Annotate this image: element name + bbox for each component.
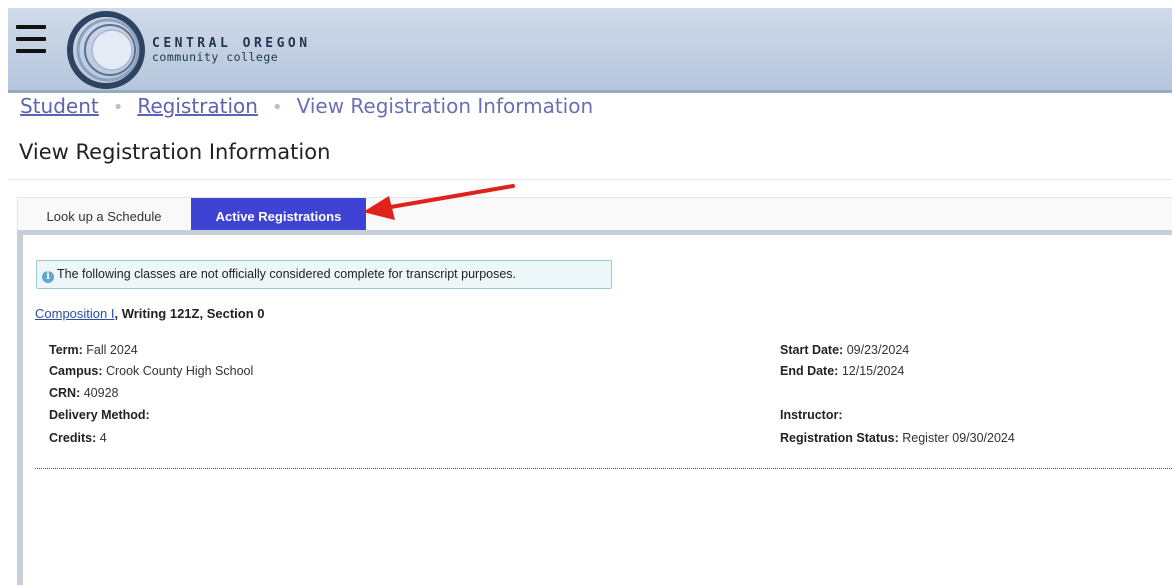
detail-label: CRN: [49, 386, 81, 400]
breadcrumb-registration-link[interactable]: Registration [137, 94, 258, 118]
breadcrumb-separator: • [271, 97, 283, 118]
logo-line-1: CENTRAL OREGON [152, 36, 311, 51]
college-logo-icon[interactable] [62, 9, 146, 91]
course-subtitle: , Writing 121Z, Section 0 [114, 306, 265, 321]
detail-crn: CRN: 40928 [49, 386, 119, 400]
page-title: View Registration Information [19, 140, 331, 164]
detail-start-date: Start Date: 09/23/2024 [780, 343, 909, 357]
detail-value: Crook County High School [105, 364, 254, 378]
breadcrumb-separator: • [112, 97, 124, 118]
hamburger-menu-icon[interactable] [16, 25, 46, 55]
tab-look-up-schedule[interactable]: Look up a Schedule [18, 198, 190, 231]
detail-value: 4 [99, 431, 107, 445]
detail-value: Fall 2024 [86, 343, 138, 357]
detail-registration-status: Registration Status: Register 09/30/2024 [780, 431, 1015, 445]
detail-label: Start Date: [780, 343, 844, 357]
breadcrumb-student-link[interactable]: Student [20, 94, 99, 118]
registration-panel: i The following classes are not officiall… [17, 230, 1172, 585]
breadcrumb-current: View Registration Information [296, 94, 594, 118]
detail-label: Delivery Method: [49, 408, 150, 422]
info-icon: i [42, 271, 54, 283]
detail-instructor: Instructor: [780, 408, 843, 422]
detail-label: Instructor: [780, 408, 843, 422]
info-notice-text: The following classes are not officially… [57, 267, 517, 281]
detail-campus: Campus: Crook County High School [49, 364, 253, 378]
tab-active-registrations[interactable]: Active Registrations [191, 198, 366, 231]
detail-label: Registration Status: [780, 431, 899, 445]
logo-line-2: community college [152, 50, 279, 64]
course-heading: Composition I, Writing 121Z, Section 0 [35, 306, 265, 321]
site-header: CENTRAL OREGON community college [8, 8, 1172, 93]
detail-label: Term: [49, 343, 83, 357]
detail-value: 40928 [83, 386, 119, 400]
info-notice: i The following classes are not officiall… [36, 260, 612, 289]
detail-delivery-method: Delivery Method: [49, 408, 150, 422]
detail-value: Register 09/30/2024 [902, 431, 1015, 445]
detail-value: 12/15/2024 [841, 364, 905, 378]
detail-end-date: End Date: 12/15/2024 [780, 364, 904, 378]
detail-credits: Credits: 4 [49, 431, 107, 445]
course-title-link[interactable]: Composition I [35, 306, 114, 321]
detail-label: Campus: [49, 364, 103, 378]
detail-value: 09/23/2024 [846, 343, 910, 357]
red-arrow-annotation-icon [363, 184, 515, 220]
title-divider [8, 179, 1172, 180]
detail-label: Credits: [49, 431, 97, 445]
course-divider [35, 468, 1172, 469]
tab-bar: Look up a Schedule Active Registrations [17, 197, 1172, 231]
breadcrumb: Student • Registration • View Registration I… [20, 94, 593, 126]
detail-term: Term: Fall 2024 [49, 343, 138, 357]
college-logo-text: CENTRAL OREGON community college [152, 36, 311, 63]
detail-label: End Date: [780, 364, 839, 378]
